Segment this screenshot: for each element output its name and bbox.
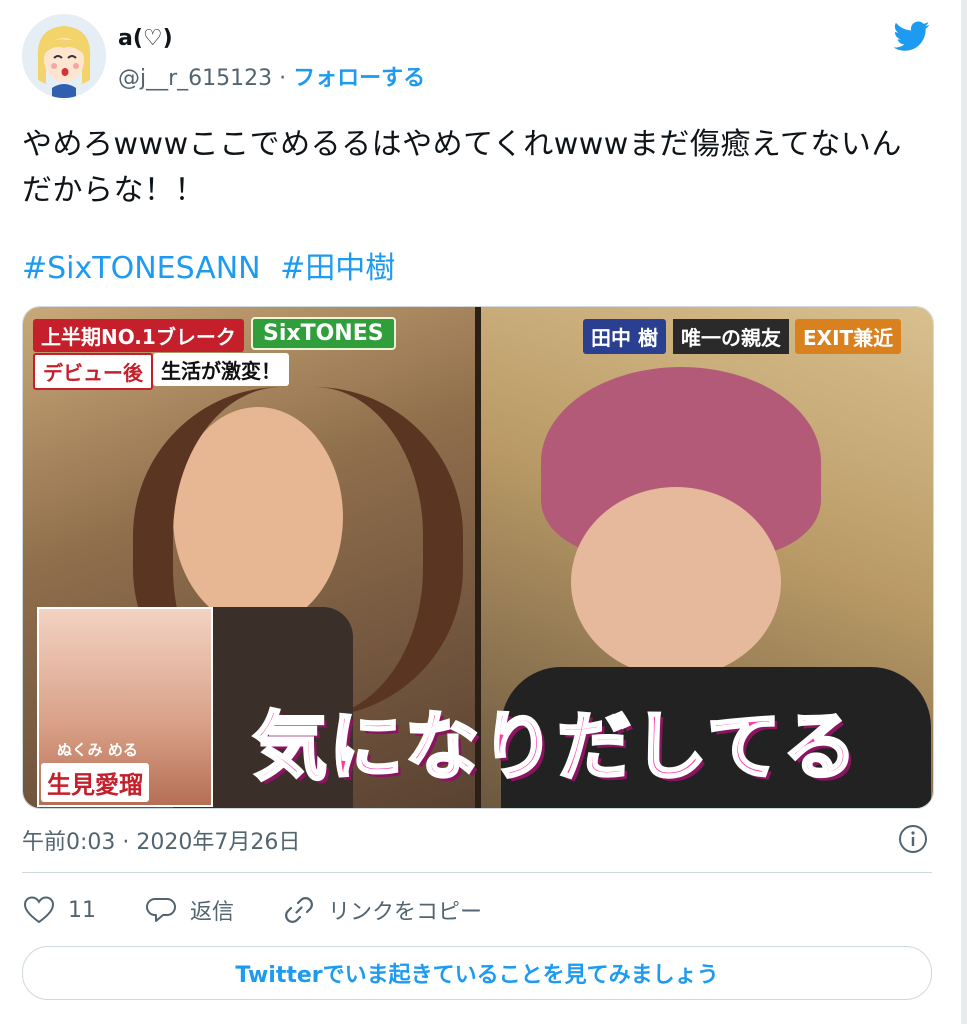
reply-button[interactable]: 返信: [146, 893, 234, 927]
caption-debut: デビュー後: [33, 353, 153, 390]
hashtag-row: #SixTONESANN #田中樹: [22, 243, 405, 287]
user-handle-line: @j__r_615123 · フォローする: [118, 60, 425, 92]
follow-link[interactable]: フォローする: [293, 66, 425, 91]
copy-link-button[interactable]: リンクをコピー: [284, 893, 482, 927]
twitter-bird-icon[interactable]: [890, 18, 934, 54]
avatar[interactable]: [22, 14, 106, 98]
info-icon[interactable]: [898, 824, 928, 854]
like-count: 11: [68, 897, 96, 923]
tweet-card: a(♡) @j__r_615123 · フォローする やめろwwwここでめるるは…: [0, 0, 967, 1024]
tweet-text: やめろwwwここでめるるはやめてくれwwwまだ傷癒えてないんだからな！！: [22, 127, 902, 208]
caption-right-name: 田中 樹: [583, 319, 666, 354]
caption-right-mid: 唯一の親友: [673, 319, 789, 354]
link-icon: [285, 897, 313, 923]
caption-inset-name: 生見愛瑠: [41, 763, 149, 802]
heart-icon: [24, 896, 54, 924]
hashtag-sixtonesann[interactable]: #SixTONESANN: [22, 251, 261, 286]
caption-main: 気になりだしてる: [252, 703, 859, 792]
user-display-name[interactable]: a(♡): [118, 26, 173, 51]
reply-icon: [146, 898, 176, 922]
caption-right-tag: EXIT兼近: [795, 319, 902, 354]
like-button[interactable]: 11: [24, 893, 96, 927]
page-edge: [961, 0, 967, 1024]
tweet-timestamp[interactable]: 午前0:03 · 2020年7月26日: [22, 824, 300, 856]
handle-separator: ·: [279, 66, 287, 91]
hashtag-tanaka-juri[interactable]: #田中樹: [280, 251, 395, 286]
tweet-media-image[interactable]: 上半期NO.1ブレーク SixTONES デビュー後 生活が激変！ 田中 樹 唯…: [22, 306, 934, 809]
user-handle[interactable]: @j__r_615123: [118, 66, 272, 91]
caption-group: SixTONES: [251, 317, 396, 350]
explore-twitter-button[interactable]: Twitterでいま起きていることを見てみましょう: [22, 946, 932, 1000]
caption-inset-kana: ぬくみ める: [57, 741, 138, 759]
copy-link-label: リンクをコピー: [328, 900, 483, 925]
reply-label: 返信: [190, 900, 235, 925]
caption-life: 生活が激変！: [153, 353, 289, 386]
caption-top-left: 上半期NO.1ブレーク: [33, 319, 244, 352]
divider: [22, 872, 932, 873]
